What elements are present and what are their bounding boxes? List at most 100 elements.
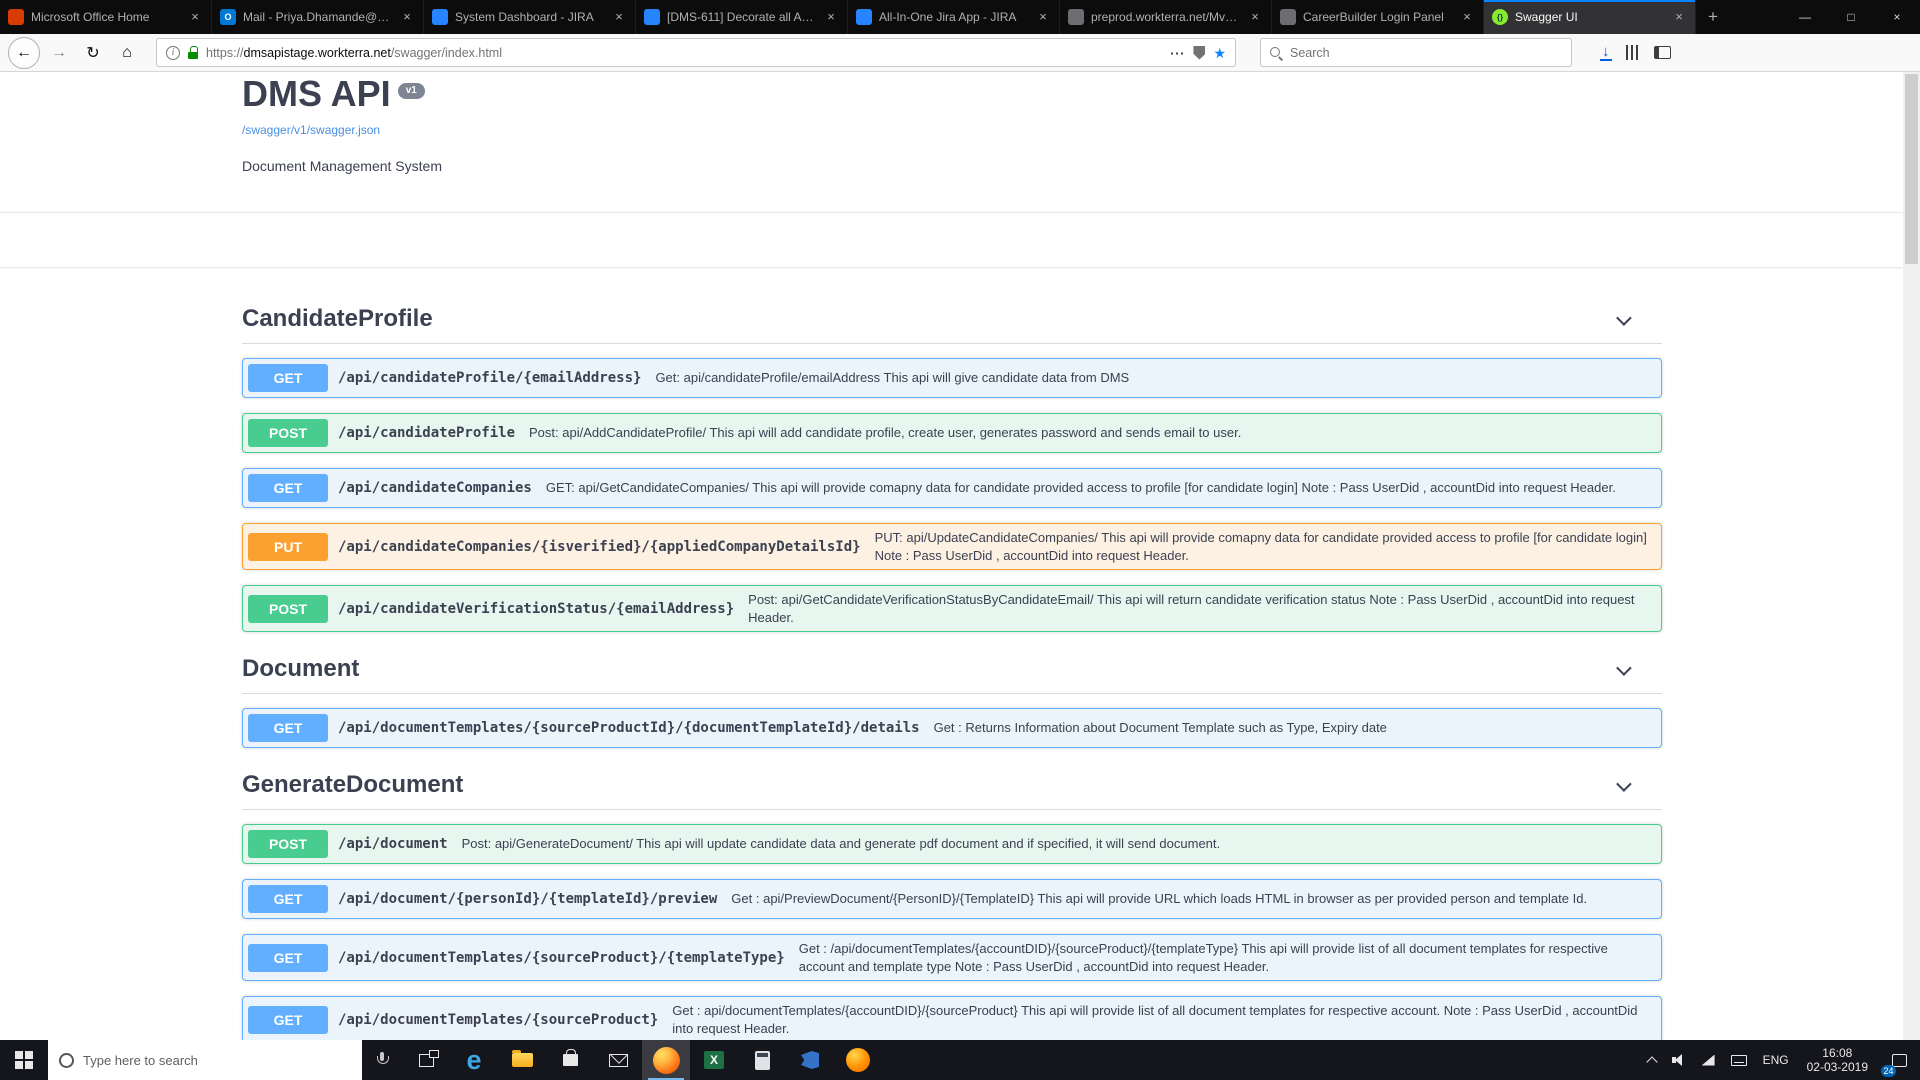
jira-favicon xyxy=(644,9,660,25)
outlook-favicon: O xyxy=(220,9,236,25)
api-operation-row[interactable]: POST/api/candidateProfilePost: api/AddCa… xyxy=(242,413,1662,453)
forward-button[interactable]: → xyxy=(44,38,74,68)
firefox-taskbar-button[interactable] xyxy=(642,1040,690,1080)
bookmark-star-icon[interactable]: ★ xyxy=(1213,46,1226,60)
tab-close-icon[interactable]: × xyxy=(399,9,415,25)
refresh-button[interactable]: ↻ xyxy=(78,38,108,68)
api-operation-row[interactable]: GET/api/candidateProfile/{emailAddress}G… xyxy=(242,358,1662,398)
version-badge: v1 xyxy=(398,83,425,99)
home-button[interactable]: ⌂ xyxy=(112,38,142,68)
section-title: GenerateDocument xyxy=(242,771,463,799)
network-button[interactable] xyxy=(1694,1040,1723,1080)
new-tab-button[interactable]: + xyxy=(1696,0,1730,34)
tab-close-icon[interactable]: × xyxy=(1459,9,1475,25)
clock[interactable]: 16:08 02-03-2019 xyxy=(1797,1040,1878,1080)
back-button[interactable]: ← xyxy=(8,37,40,69)
api-operation-row[interactable]: GET/api/document/{personId}/{templateId}… xyxy=(242,879,1662,919)
sidebar-icon[interactable] xyxy=(1654,46,1671,59)
task-view-taskbar-button[interactable] xyxy=(402,1040,450,1080)
browser-tab[interactable]: [DMS-611] Decorate all APIs× xyxy=(636,0,848,34)
section-header-document[interactable]: Document xyxy=(242,647,1662,694)
operation-path: /api/candidateCompanies xyxy=(338,480,532,496)
api-operation-row[interactable]: GET/api/documentTemplates/{sourceProduct… xyxy=(242,996,1662,1040)
file-explorer-taskbar-button[interactable] xyxy=(498,1040,546,1080)
browser-nav-bar: ← → ↻ ⌂ i https://dmsapistage.workterra.… xyxy=(0,34,1920,72)
method-badge: GET xyxy=(248,364,328,392)
action-center-button[interactable]: 24 xyxy=(1878,1040,1920,1080)
url-display: https://dmsapistage.workterra.net/swagge… xyxy=(206,46,1161,60)
url-bar[interactable]: i https://dmsapistage.workterra.net/swag… xyxy=(156,38,1236,67)
firefox-orange-icon xyxy=(846,1048,870,1072)
search-input[interactable] xyxy=(1290,46,1563,60)
page-favicon xyxy=(1068,9,1084,25)
language-indicator[interactable]: ENG xyxy=(1755,1040,1797,1080)
shield-icon[interactable] xyxy=(1193,46,1205,60)
tab-close-icon[interactable]: × xyxy=(1035,9,1051,25)
search-icon xyxy=(1269,46,1283,60)
cortana-icon xyxy=(59,1053,74,1068)
browser-tab[interactable]: All-In-One Jira App - JIRA× xyxy=(848,0,1060,34)
page-favicon xyxy=(1280,9,1296,25)
browser-tab[interactable]: OMail - Priya.Dhamande@car× xyxy=(212,0,424,34)
tab-close-icon[interactable]: × xyxy=(823,9,839,25)
taskbar-search-box[interactable]: Type here to search xyxy=(48,1040,362,1080)
https-lock-icon xyxy=(188,46,198,59)
browser-tab[interactable]: preprod.workterra.net/MvcComp× xyxy=(1060,0,1272,34)
api-operation-row[interactable]: GET/api/documentTemplates/{sourceProduct… xyxy=(242,934,1662,981)
tab-title: Swagger UI xyxy=(1515,10,1664,24)
library-icon[interactable] xyxy=(1626,45,1640,60)
browser-tab[interactable]: Microsoft Office Home× xyxy=(0,0,212,34)
section-title: Document xyxy=(242,655,359,683)
section-header-generatedocument[interactable]: GenerateDocument xyxy=(242,763,1662,810)
tab-close-icon[interactable]: × xyxy=(1671,9,1687,25)
window-close-button[interactable]: × xyxy=(1874,0,1920,34)
operation-description: Get : Returns Information about Document… xyxy=(934,719,1656,737)
edge-icon: e xyxy=(466,1047,481,1073)
chevron-down-icon[interactable] xyxy=(1616,310,1632,326)
tab-title: CareerBuilder Login Panel xyxy=(1303,10,1452,24)
api-operation-row[interactable]: POST/api/documentPost: api/GenerateDocum… xyxy=(242,824,1662,864)
chevron-down-icon[interactable] xyxy=(1616,776,1632,792)
store-icon xyxy=(563,1054,578,1066)
browser-tab[interactable]: {}Swagger UI× xyxy=(1484,0,1696,34)
edge-taskbar-button[interactable]: e xyxy=(450,1040,498,1080)
taskbar-apps: eX xyxy=(402,1040,882,1080)
scrollbar-track[interactable] xyxy=(1903,72,1920,1040)
office-favicon xyxy=(8,9,24,25)
touch-keyboard-button[interactable] xyxy=(1723,1040,1755,1080)
tab-close-icon[interactable]: × xyxy=(1247,9,1263,25)
operation-path: /api/documentTemplates/{sourceProductId}… xyxy=(338,720,920,736)
microphone-button[interactable] xyxy=(362,1040,402,1080)
page-actions-icon[interactable]: ⋯ xyxy=(1169,44,1185,62)
tab-close-icon[interactable]: × xyxy=(187,9,203,25)
vscode-taskbar-button[interactable] xyxy=(786,1040,834,1080)
tab-close-icon[interactable]: × xyxy=(611,9,627,25)
browser-tab[interactable]: CareerBuilder Login Panel × xyxy=(1272,0,1484,34)
hidden-icons-button[interactable] xyxy=(1640,1040,1664,1080)
site-info-icon[interactable]: i xyxy=(166,46,180,60)
vscode-icon xyxy=(801,1051,819,1069)
store-taskbar-button[interactable] xyxy=(546,1040,594,1080)
start-button[interactable] xyxy=(0,1040,48,1080)
section-header-candidateprofile[interactable]: CandidateProfile xyxy=(242,297,1662,344)
spec-link[interactable]: /swagger/v1/swagger.json xyxy=(242,123,380,137)
api-operation-row[interactable]: GET/api/candidateCompaniesGET: api/GetCa… xyxy=(242,468,1662,508)
operation-path: /api/document/{personId}/{templateId}/pr… xyxy=(338,891,717,907)
chevron-down-icon[interactable] xyxy=(1616,660,1632,676)
scrollbar-thumb[interactable] xyxy=(1905,74,1918,264)
method-badge: GET xyxy=(248,474,328,502)
firefox-orange-taskbar-button[interactable] xyxy=(834,1040,882,1080)
mail-taskbar-button[interactable] xyxy=(594,1040,642,1080)
maximize-button[interactable]: □ xyxy=(1828,0,1874,34)
api-operation-row[interactable]: GET/api/documentTemplates/{sourceProduct… xyxy=(242,708,1662,748)
search-bar[interactable] xyxy=(1260,38,1572,67)
minimize-button[interactable]: — xyxy=(1782,0,1828,34)
api-operation-row[interactable]: PUT/api/candidateCompanies/{isverified}/… xyxy=(242,523,1662,570)
excel-taskbar-button[interactable]: X xyxy=(690,1040,738,1080)
volume-button[interactable] xyxy=(1664,1040,1694,1080)
calculator-taskbar-button[interactable] xyxy=(738,1040,786,1080)
browser-tab[interactable]: System Dashboard - JIRA× xyxy=(424,0,636,34)
api-operation-row[interactable]: POST/api/candidateVerificationStatus/{em… xyxy=(242,585,1662,632)
operation-description: Get : api/PreviewDocument/{PersonID}/{Te… xyxy=(731,890,1656,908)
downloads-icon[interactable]: ↓ xyxy=(1600,45,1612,61)
